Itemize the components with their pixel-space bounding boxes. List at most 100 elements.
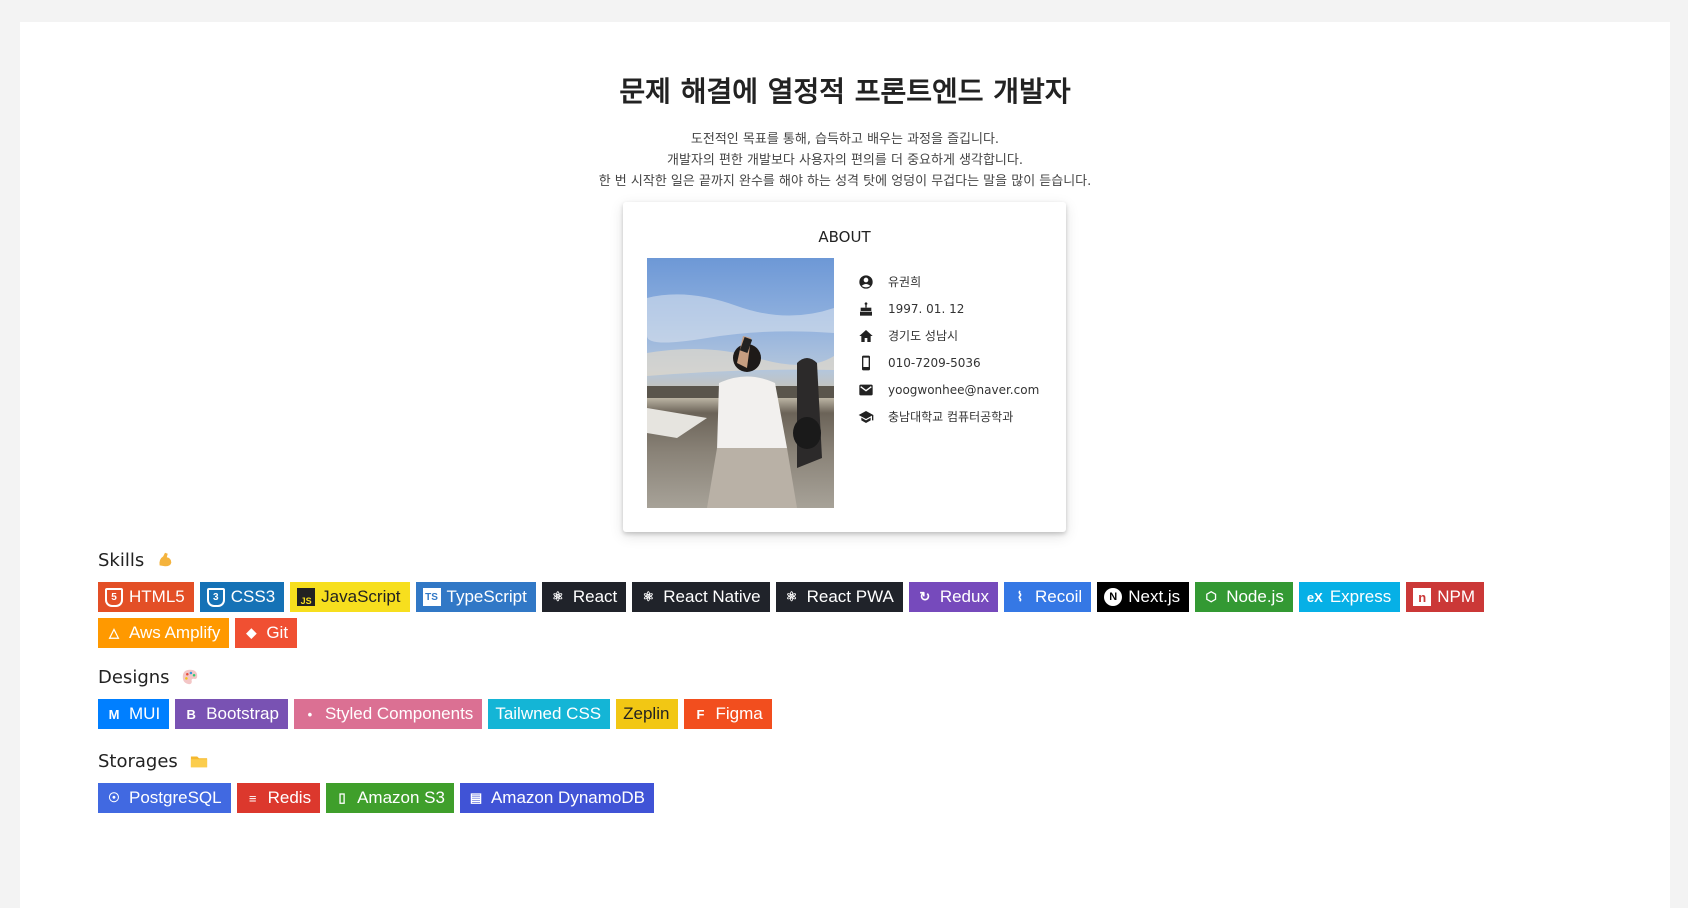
designs-title-text: Designs bbox=[98, 667, 170, 688]
badge-express: eX Express bbox=[1298, 582, 1401, 612]
badge-label: MUI bbox=[129, 704, 161, 723]
badge-label: React Native bbox=[663, 587, 761, 606]
skills-title-text: Skills bbox=[98, 550, 145, 571]
badge-label: Tailwned CSS bbox=[495, 704, 602, 723]
bootstrap-icon: B bbox=[186, 706, 196, 722]
dynamodb-icon: ▤ bbox=[469, 790, 483, 805]
about-school: 충남대학교 컴퓨터공학과 bbox=[888, 410, 1014, 424]
about-card: ABOUT 유권희 1997. 01. 12 경기도 성남시 010-7209-… bbox=[623, 202, 1066, 532]
badge-label: HTML5 bbox=[129, 587, 185, 606]
home-icon bbox=[858, 328, 874, 344]
nodejs-icon: ⬡ bbox=[1205, 589, 1217, 604]
badge-node-js: ⬡ Node.js bbox=[1195, 582, 1293, 612]
react-icon: ⚛ bbox=[785, 589, 798, 604]
nextjs-icon: N bbox=[1104, 588, 1123, 606]
aws-amplify-icon: △ bbox=[109, 625, 119, 640]
badge-label: JavaScript bbox=[321, 587, 401, 606]
badge-label: Styled Components bbox=[324, 704, 474, 723]
redis-icon: ≡ bbox=[248, 790, 257, 806]
figma-icon: F bbox=[696, 706, 705, 722]
storages-title-text: Storages bbox=[98, 751, 178, 772]
badge-typescript: TS TypeScript bbox=[415, 582, 536, 612]
badge-styled-components: • Styled Components bbox=[293, 699, 483, 729]
about-name: 유권희 bbox=[888, 275, 922, 289]
badge-label: CSS3 bbox=[230, 587, 276, 606]
badge-zeplin: Zeplin bbox=[616, 699, 679, 729]
designs-badges: M MUI B Bootstrap • Styled Components Tailwned… bbox=[98, 699, 1598, 735]
folder-icon bbox=[190, 756, 207, 768]
express-icon: eX bbox=[1306, 589, 1323, 605]
badge-git: ◆ Git bbox=[235, 618, 298, 648]
about-location: 경기도 성남시 bbox=[888, 329, 959, 343]
storages-badges: ☉ PostgreSQL ≡ Redis ▯ Amazon S3 ▤ Amazon Dynam… bbox=[98, 783, 1598, 819]
designs-title: Designs bbox=[98, 667, 199, 688]
css3-icon: 3 bbox=[206, 587, 225, 607]
profile-photo bbox=[647, 258, 834, 508]
about-row-email: yoogwonhee@naver.com bbox=[858, 376, 1058, 403]
about-email: yoogwonhee@naver.com bbox=[888, 382, 1040, 397]
badge-label: Zeplin bbox=[623, 704, 670, 723]
badge-css3: 3 CSS3 bbox=[199, 582, 285, 612]
react-icon: ⚛ bbox=[552, 589, 564, 604]
mail-icon bbox=[858, 382, 874, 398]
postgresql-icon: ☉ bbox=[108, 790, 120, 805]
styled-components-icon: • bbox=[307, 706, 313, 722]
badge-label: Amazon S3 bbox=[357, 788, 445, 807]
badge-label: Aws Amplify bbox=[129, 623, 221, 642]
badge-label: Amazon DynamoDB bbox=[490, 788, 645, 807]
badge-label: PostgreSQL bbox=[129, 788, 222, 807]
badge-redis: ≡ Redis bbox=[236, 783, 321, 813]
intro-line: 도전적인 목표를 통해, 습득하고 배우는 과정을 즐깁니다. bbox=[690, 132, 1000, 147]
intro-text: 도전적인 목표를 통해, 습득하고 배우는 과정을 즐깁니다. 개발자의 편한 … bbox=[20, 129, 1670, 192]
artist-palette-icon bbox=[183, 669, 198, 685]
badge-postgresql: ☉ PostgreSQL bbox=[98, 783, 231, 813]
school-icon bbox=[858, 409, 874, 425]
recoil-icon: ⌇ bbox=[1016, 589, 1024, 604]
badge-label: Redis bbox=[267, 788, 312, 807]
badge-label: Figma bbox=[715, 704, 763, 723]
badge-figma: F Figma bbox=[684, 699, 772, 729]
badge-label: Next.js bbox=[1128, 587, 1181, 606]
badge-amazon-s3: ▯ Amazon S3 bbox=[326, 783, 454, 813]
badge-label: Recoil bbox=[1034, 587, 1083, 606]
intro-line: 한 번 시작한 일은 끝까지 완수를 해야 하는 성격 탓에 엉덩이 무겁다는 … bbox=[598, 174, 1092, 189]
badge-label: Node.js bbox=[1226, 587, 1284, 606]
skills-title: Skills bbox=[98, 550, 174, 571]
about-row-school: 충남대학교 컴퓨터공학과 bbox=[858, 403, 1058, 430]
badge-label: NPM bbox=[1437, 587, 1476, 606]
badge-html5: 5 HTML5 bbox=[98, 582, 194, 612]
badge-label: Bootstrap bbox=[206, 704, 279, 723]
intro-line: 개발자의 편한 개발보다 사용자의 편의를 더 중요하게 생각합니다. bbox=[667, 153, 1023, 168]
about-row-location: 경기도 성남시 bbox=[858, 322, 1058, 349]
about-row-phone: 010-7209-5036 bbox=[858, 349, 1058, 376]
badge-tailwned-css: Tailwned CSS bbox=[488, 699, 611, 729]
javascript-icon: JS bbox=[297, 588, 316, 606]
skills-badges: 5 HTML5 3 CSS3 JS JavaScript TS TypeScript ⚛ Reac… bbox=[98, 582, 1598, 654]
page: 문제 해결에 열정적 프론트엔드 개발자 도전적인 목표를 통해, 습득하고 배… bbox=[20, 22, 1670, 908]
about-info: 유권희 1997. 01. 12 경기도 성남시 010-7209-5036 y… bbox=[858, 268, 1058, 430]
badge-label: React bbox=[572, 587, 618, 606]
about-birthday: 1997. 01. 12 bbox=[888, 301, 965, 316]
about-row-name: 유권희 bbox=[858, 268, 1058, 295]
typescript-icon: TS bbox=[422, 588, 441, 606]
badge-next-js: N Next.js bbox=[1097, 582, 1190, 612]
phone-icon bbox=[858, 355, 874, 371]
badge-label: Redux bbox=[939, 587, 989, 606]
page-title: 문제 해결에 열정적 프론트엔드 개발자 bbox=[619, 75, 1071, 108]
react-icon: ⚛ bbox=[642, 589, 655, 604]
badge-javascript: JS JavaScript bbox=[290, 582, 410, 612]
cake-icon bbox=[858, 301, 874, 317]
badge-npm: n NPM bbox=[1406, 582, 1485, 612]
badge-label: React PWA bbox=[806, 587, 894, 606]
storages-title: Storages bbox=[98, 751, 208, 772]
about-row-birthday: 1997. 01. 12 bbox=[858, 295, 1058, 322]
person-icon bbox=[858, 274, 874, 290]
badge-react-native: ⚛ React Native bbox=[632, 582, 770, 612]
badge-mui: M MUI bbox=[98, 699, 170, 729]
badge-label: Git bbox=[266, 623, 289, 642]
html5-icon: 5 bbox=[105, 587, 123, 607]
badge-recoil: ⌇ Recoil bbox=[1003, 582, 1092, 612]
badge-label: TypeScript bbox=[446, 587, 527, 606]
badge-aws-amplify: △ Aws Amplify bbox=[98, 618, 230, 648]
git-icon: ◆ bbox=[246, 625, 257, 640]
